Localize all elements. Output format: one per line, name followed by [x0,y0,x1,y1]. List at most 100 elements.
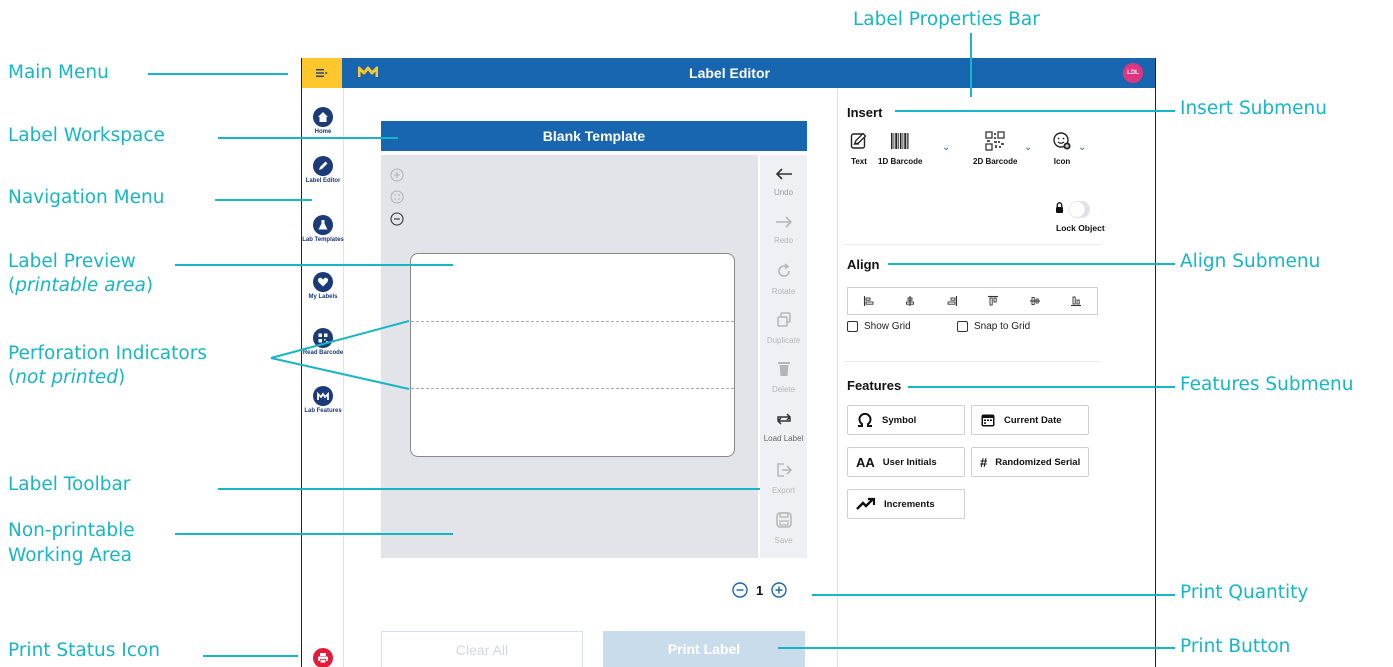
non-printable-working-area[interactable] [381,155,758,558]
insert-1d-barcode-label: 1D Barcode [878,157,923,166]
nav-label: Label Editor [305,178,341,184]
align-left-button[interactable] [848,288,890,314]
zoom-in-icon[interactable] [390,168,404,182]
user-avatar[interactable]: LDL [1123,63,1143,83]
chevron-down-icon[interactable]: ⌄ [942,142,950,153]
callout-print-status-icon: Print Status Icon [8,640,160,661]
snap-to-grid-label: Snap to Grid [974,321,1031,332]
show-grid-label: Show Grid [864,321,911,332]
smiley-add-icon [1053,132,1071,150]
app-title: Label Editor [689,65,770,81]
print-status-icon[interactable] [313,648,333,667]
callout-printable-area: printable area [15,275,146,296]
show-grid-checkbox[interactable]: Show Grid [847,321,911,332]
callout-main-menu: Main Menu [8,62,109,83]
symbol-button[interactable]: Symbol [847,405,965,435]
current-date-button[interactable]: Current Date [971,405,1089,435]
nav-label: Lab Features [304,408,342,414]
chevron-down-icon[interactable]: ⌄ [1024,142,1032,153]
pencil-icon [319,161,328,170]
undo-button[interactable]: Undo [760,167,807,197]
align-center-button[interactable] [890,288,932,314]
print-label-button[interactable]: Print Label [603,631,805,667]
redo-button[interactable]: Redo [760,215,807,245]
align-top-button[interactable] [973,288,1015,314]
perforation-indicator [411,388,734,389]
callout-line-navigation-menu [215,199,312,201]
increments-button[interactable]: Increments [847,489,965,519]
delete-button[interactable]: Delete [760,360,807,394]
perforation-indicator [411,321,734,322]
checkbox-box[interactable] [957,321,968,332]
snap-to-grid-checkbox[interactable]: Snap to Grid [957,321,1030,332]
zoom-out-icon[interactable] [390,212,404,226]
insert-2d-barcode-button[interactable]: 2D Barcode [973,131,1017,166]
callout-line-properties-bar [970,33,972,97]
callout-label-preview-sub: (printable area) [8,275,154,296]
callout-print-quantity: Print Quantity [1180,582,1309,603]
callout-non-printable: Non-printable [8,520,135,541]
callout-line-print-button [778,647,1175,649]
plus-circle-icon[interactable] [771,582,787,598]
export-button[interactable]: Export [760,461,807,495]
print-quantity: 1 [732,582,787,598]
symbol-label: Symbol [882,414,917,426]
home-icon [318,112,328,122]
save-button[interactable]: Save [760,511,807,545]
callout-align-submenu: Align Submenu [1180,251,1321,272]
features-title: Features [847,378,902,393]
arrow-right-icon [775,216,792,228]
nav-item-home[interactable]: Home [302,107,344,136]
export-icon [776,463,792,477]
label-editor-app: Label Editor LDL Home Label Editor Lab T… [301,58,1156,667]
divider [844,244,1101,245]
nav-item-read-barcode[interactable]: Read Barcode [302,328,344,357]
nav-item-lab-features[interactable]: Lab Features [302,386,344,415]
template-title-bar: Blank Template [381,121,807,151]
user-initials-button[interactable]: AA User Initials [847,447,965,477]
export-label: Export [771,486,796,495]
chevron-down-icon[interactable]: ⌄ [1078,142,1086,153]
randomized-serial-button[interactable]: # Randomized Serial [971,447,1089,477]
align-middle-button[interactable] [1014,288,1056,314]
flask-icon [318,220,328,230]
trending-up-icon [856,497,876,510]
align-bottom-button[interactable] [1056,288,1098,314]
callout-working-area: Working Area [8,545,132,566]
save-label: Save [774,536,793,545]
insert-icon-button[interactable]: Icon [1052,131,1072,166]
callout-label-workspace: Label Workspace [8,125,165,146]
trash-icon [777,362,790,376]
nav-label: Home [314,129,332,135]
rotate-icon [777,263,790,277]
callout-perforation-sub: (not printed) [8,367,126,388]
nav-item-my-labels[interactable]: My Labels [302,272,344,301]
align-middle-icon [1029,297,1040,305]
callout-insert-submenu: Insert Submenu [1180,98,1328,119]
callout-label-preview: Label Preview [8,251,136,272]
increments-label: Increments [884,498,935,510]
insert-text-button[interactable]: Text [849,131,869,166]
minus-circle-icon[interactable] [732,582,748,598]
redo-label: Redo [773,236,794,245]
duplicate-button[interactable]: Duplicate [760,311,807,345]
nav-item-lab-templates[interactable]: Lab Templates [302,215,344,244]
lock-object-toggle[interactable] [1051,200,1091,219]
label-properties-bar: Insert Text 1D Barcode ⌄ 2D Barcode ⌄ Ic… [837,88,1155,667]
label-preview[interactable] [410,253,735,457]
qr-code-icon [985,131,1005,151]
rotate-button[interactable]: Rotate [760,262,807,296]
insert-1d-barcode-button[interactable]: 1D Barcode [878,131,922,166]
top-bar: Label Editor LDL [302,58,1155,88]
callout-line-print-quantity [812,594,1175,596]
align-title: Align [847,257,880,272]
nav-item-label-editor[interactable]: Label Editor [302,156,344,185]
clear-all-button[interactable]: Clear All [381,631,583,667]
checkbox-box[interactable] [847,321,858,332]
divider [844,361,1101,362]
align-right-button[interactable] [931,288,973,314]
text-edit-icon [850,132,867,149]
fit-to-screen-icon[interactable] [390,190,404,204]
callout-navigation-menu: Navigation Menu [8,187,165,208]
load-label-button[interactable]: Load Label [760,411,807,443]
